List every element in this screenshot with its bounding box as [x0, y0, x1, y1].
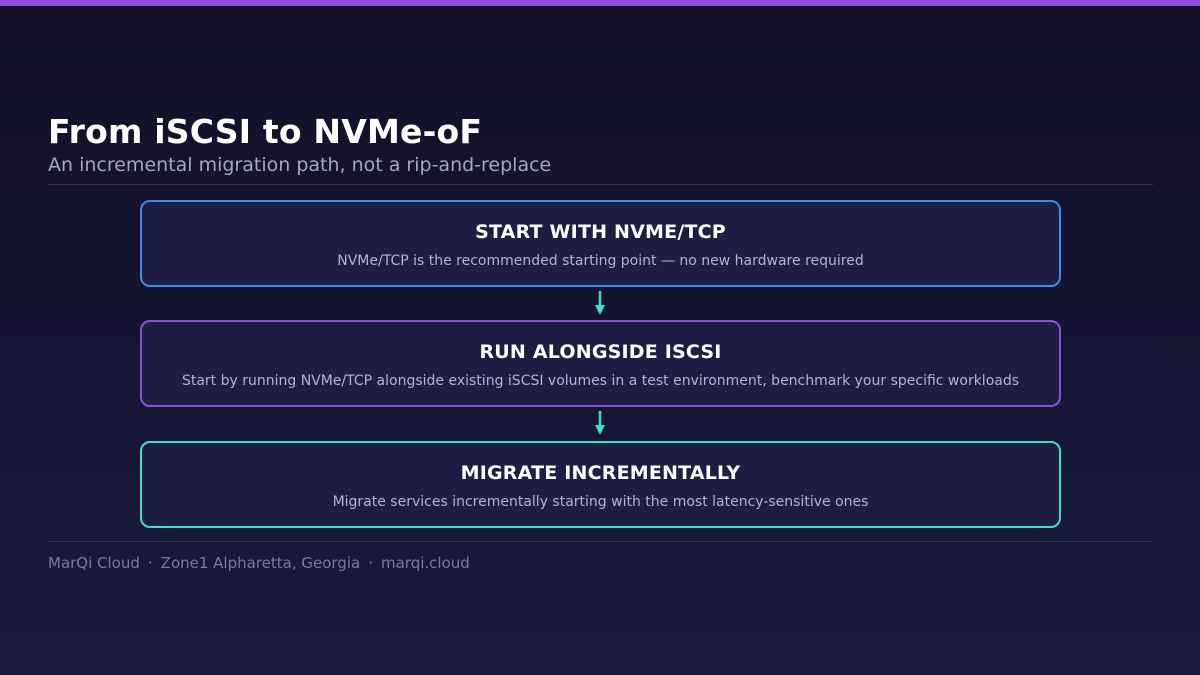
footer-divider	[48, 541, 1153, 542]
footer: MarQi Cloud · Zone1 Alpharetta, Georgia · ma…	[48, 554, 470, 572]
down-arrow-icon	[595, 411, 605, 435]
footer-separator: ·	[147, 554, 153, 572]
step-title: START WITH NVME/TCP	[475, 221, 726, 243]
step-title: MIGRATE INCREMENTALLY	[460, 462, 741, 484]
footer-separator: ·	[368, 554, 373, 572]
step-card-run-alongside-iscsi: RUN ALONGSIDE ISCSI Start by running NVM…	[140, 320, 1061, 407]
step-card-start-with-nvme-tcp: START WITH NVME/TCP NVMe/TCP is the reco…	[140, 200, 1061, 287]
page-subtitle: An incremental migration path, not a rip…	[48, 154, 552, 176]
top-accent-bar	[0, 0, 1200, 6]
step-title: RUN ALONGSIDE ISCSI	[479, 341, 722, 363]
footer-brand: MarQi Cloud	[48, 554, 140, 572]
step-description: Migrate services incrementally starting …	[332, 494, 869, 510]
footer-location: Zone1 Alpharetta, Georgia	[160, 554, 361, 572]
page-title: From iSCSI to NVMe-oF	[48, 112, 483, 151]
down-arrow-icon	[595, 291, 605, 315]
header-divider	[48, 184, 1153, 185]
step-description: NVMe/TCP is the recommended starting poi…	[337, 253, 864, 269]
step-description: Start by running NVMe/TCP alongside exis…	[181, 373, 1020, 389]
step-card-migrate-incrementally: MIGRATE INCREMENTALLY Migrate services i…	[140, 441, 1061, 528]
footer-website: marqi.cloud	[380, 554, 470, 572]
